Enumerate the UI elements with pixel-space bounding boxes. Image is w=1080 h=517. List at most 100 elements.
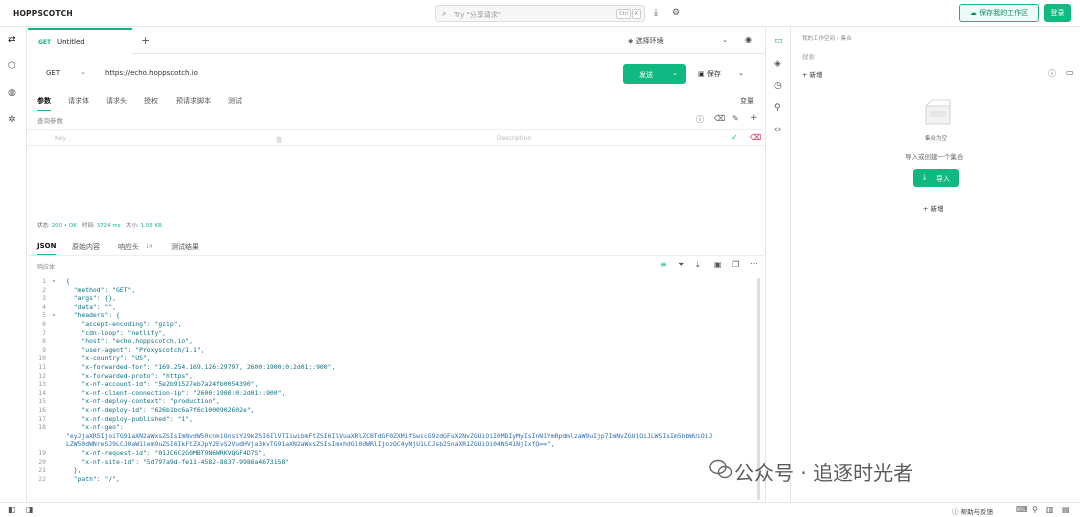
collections-search-input[interactable]: 搜索 xyxy=(802,51,815,61)
line-number: 21 xyxy=(38,466,46,475)
plus-icon: + xyxy=(923,205,931,213)
tab-headers[interactable]: 请求头 xyxy=(106,96,127,106)
line-number: 16 xyxy=(38,406,46,414)
share-icon[interactable]: ⚲ xyxy=(774,103,781,113)
line-number: 2 xyxy=(42,285,46,294)
share-icon[interactable]: ⚲ xyxy=(1032,505,1038,514)
keyboard-icon[interactable]: ⌨ xyxy=(1016,505,1028,514)
line-number: 4 xyxy=(42,302,46,311)
response-size: 1.03 KB xyxy=(140,223,162,229)
download-response-icon[interactable]: ⤓ xyxy=(696,260,700,270)
code-wrapped-text: "eyJjaXR5IjoiTG91aXN2aWxsZSIsImNvdW50cnk… xyxy=(66,431,713,440)
send-chevron-icon[interactable]: ⌄ xyxy=(672,69,678,77)
add-param-icon[interactable]: + xyxy=(750,113,758,123)
login-button[interactable]: 登录 xyxy=(1044,4,1071,22)
tab-json[interactable]: JSON xyxy=(37,242,57,255)
search-placeholder: Try "分享请求" xyxy=(454,11,501,19)
param-row: Key 值 Description ✓ ⌫ xyxy=(28,129,764,146)
import-button[interactable]: ⤓ 导入 xyxy=(913,169,959,187)
layout-toggle-icon[interactable]: ◨ xyxy=(26,505,34,514)
line-number: 1 xyxy=(42,277,46,285)
code-text: "data": "", xyxy=(66,302,117,311)
save-workspace-label: 保存我的工作区 xyxy=(979,9,1029,17)
value-input[interactable]: 值 xyxy=(276,135,282,144)
line-number: 17 xyxy=(38,414,46,423)
send-button[interactable]: 发送 ⌄ xyxy=(623,64,686,84)
search-input[interactable]: ⌕ Try "分享请求" Ctrl K xyxy=(435,5,645,22)
settings-gear-icon[interactable]: ✲ xyxy=(8,115,16,125)
plus-icon: + xyxy=(802,71,810,79)
new-collection-button-secondary[interactable]: + 新增 xyxy=(923,203,944,213)
tab-variables[interactable]: 变量 xyxy=(740,96,754,106)
code-icon[interactable]: ‹› xyxy=(774,125,781,135)
help-feedback-button[interactable]: ⓘ 帮助与反馈 xyxy=(952,506,993,516)
code-wrapped-text: LZW50dWNreSJ9LCJ0aW1lem9uZSI6IkFtZXJpY2E… xyxy=(66,440,555,449)
code-text: "x-nf-geo": xyxy=(66,423,124,432)
method-select[interactable]: GET xyxy=(46,69,60,77)
key-input[interactable]: Key xyxy=(55,135,66,142)
code-text: { xyxy=(66,277,70,285)
tab-params[interactable]: 参数 xyxy=(37,96,51,111)
help-icon[interactable]: ⓘ xyxy=(696,114,704,125)
breadcrumb[interactable]: 我的工作空间 › 集合 xyxy=(802,34,852,42)
code-text: "x-nf-request-id": "01JC6C2G0MBT9N6WRKVQ… xyxy=(66,449,267,457)
download-icon[interactable]: ⤓ xyxy=(654,8,658,18)
tab-test-results[interactable]: 测试结果 xyxy=(171,242,199,252)
line-number: 22 xyxy=(38,474,46,483)
tab-raw[interactable]: 原始内容 xyxy=(72,242,100,252)
settings-icon[interactable]: ⚙ xyxy=(672,8,680,18)
rest-link-icon[interactable]: ⇄ xyxy=(8,35,16,45)
environments-layers-icon[interactable]: ◈ xyxy=(774,59,781,69)
wrap-lines-icon[interactable]: ≡ xyxy=(660,260,667,269)
layout-columns-icon[interactable]: ▥ xyxy=(1046,505,1054,514)
method-chevron-icon[interactable]: ⌄ xyxy=(80,68,86,76)
request-tab[interactable]: GET Untitled xyxy=(28,28,132,54)
status-text: OK xyxy=(68,223,77,229)
add-tab-button[interactable]: + xyxy=(141,34,150,47)
help-circle-icon[interactable]: ⓘ xyxy=(1048,68,1056,79)
help-icon: ⓘ xyxy=(952,508,961,516)
tab-body[interactable]: 请求体 xyxy=(68,96,89,106)
save-response-icon[interactable]: ▣ xyxy=(714,260,722,269)
filter-icon[interactable]: ⏷ xyxy=(678,260,684,270)
fold-chevron-icon[interactable]: ▾ xyxy=(52,277,56,285)
more-icon[interactable]: ⋯ xyxy=(750,259,758,268)
save-workspace-button[interactable]: ☁ 保存我的工作区 xyxy=(959,4,1039,22)
delete-row-icon[interactable]: ⌫ xyxy=(750,133,761,142)
response-json-viewer[interactable]: 1 ▾ {2 "method": "GET", 3 "args": {}, 4 "dat… xyxy=(28,275,760,502)
fold-chevron-icon[interactable]: ▾ xyxy=(52,311,56,319)
layers-icon: ◈ xyxy=(628,37,636,45)
url-input[interactable]: https://echo.hoppscotch.io xyxy=(105,69,198,77)
history-clock-icon[interactable]: ◷ xyxy=(774,81,782,91)
app-logo[interactable]: HOPPSCOTCH xyxy=(13,9,73,18)
request-tab-bar: GET Untitled + ◈ 选择环境 ⌄ ◉ xyxy=(28,28,764,54)
environment-select[interactable]: ◈ 选择环境 ⌄ ◉ xyxy=(628,35,752,46)
line-number: 10 xyxy=(38,354,46,363)
sidebar-toggle-icon[interactable]: ◧ xyxy=(8,505,16,514)
realtime-globe-icon[interactable]: ◍ xyxy=(8,88,16,98)
check-circle-icon[interactable]: ✓ xyxy=(731,133,738,142)
save-button[interactable]: ▣ 保存 ⌄ xyxy=(698,69,744,79)
eye-icon[interactable]: ◉ xyxy=(745,35,752,44)
tab-tests[interactable]: 测试 xyxy=(228,96,242,106)
graphql-icon[interactable]: ⬡ xyxy=(8,61,16,71)
description-input[interactable]: Description xyxy=(497,135,531,142)
bulk-edit-icon[interactable]: ✎ xyxy=(732,114,739,123)
save-chevron-icon[interactable]: ⌄ xyxy=(738,69,744,77)
import-folder-icon[interactable]: ▭ xyxy=(1066,68,1074,77)
collections-folder-icon[interactable]: ▭ xyxy=(774,36,783,46)
code-text: "host": "echo.hoppscotch.io", xyxy=(66,337,193,346)
tab-pre-request-script[interactable]: 预请求脚本 xyxy=(176,96,211,106)
top-bar: HOPPSCOTCH ⌕ Try "分享请求" Ctrl K ⤓ ⚙ ☁ 保存我… xyxy=(0,0,1080,27)
tab-response-headers[interactable]: 响应头 xyxy=(118,242,139,252)
shortcut-key-k: K xyxy=(632,9,642,19)
tab-auth[interactable]: 授权 xyxy=(144,96,158,106)
copy-icon[interactable]: ❐ xyxy=(732,260,739,269)
environment-label: 选择环境 xyxy=(635,37,664,45)
code-text: "accept-encoding": "gzip", xyxy=(66,320,182,328)
layout-rows-icon[interactable]: ▤ xyxy=(1062,505,1070,514)
new-collection-label: 新增 xyxy=(809,71,823,79)
trash-icon[interactable]: ⌫ xyxy=(714,114,725,123)
search-icon: ⌕ xyxy=(442,9,447,18)
new-collection-button[interactable]: + 新增 xyxy=(802,69,823,79)
